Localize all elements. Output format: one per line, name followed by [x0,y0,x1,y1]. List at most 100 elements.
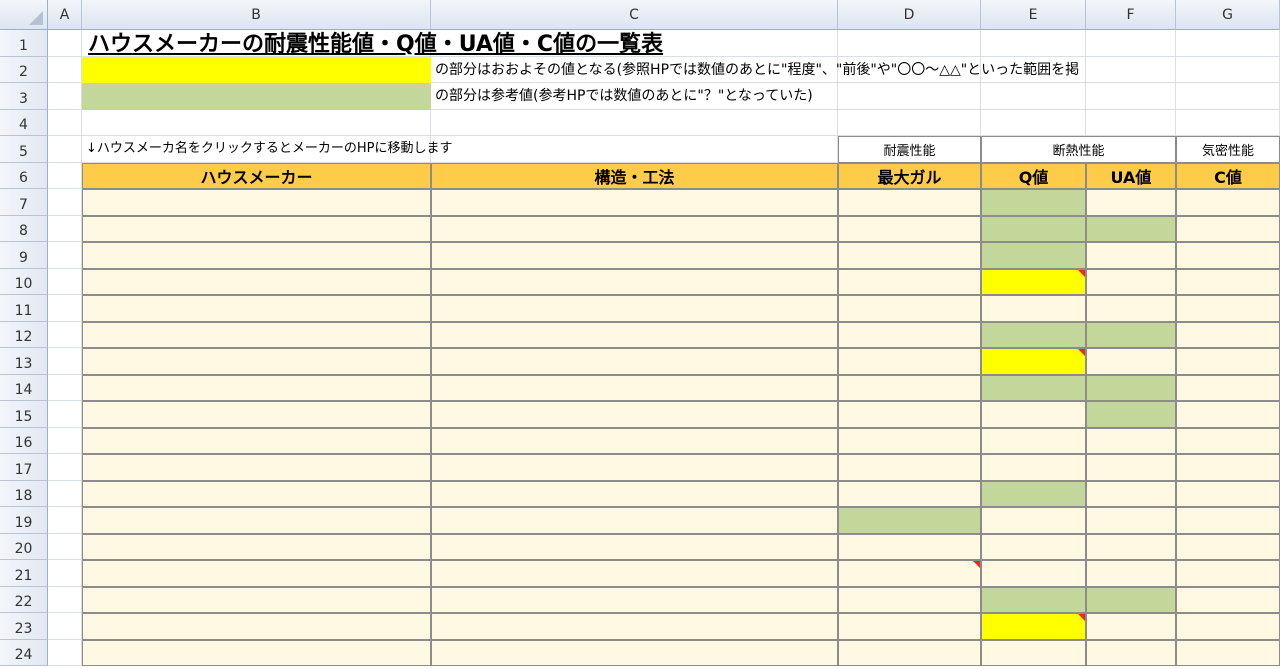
cell-A6[interactable] [48,162,82,189]
data-cell-C15[interactable] [431,401,838,428]
data-cell-G22[interactable] [1176,586,1280,613]
cell-A18[interactable] [48,480,82,507]
column-header-B[interactable]: B [82,0,431,30]
cell-A14[interactable] [48,374,82,401]
data-cell-B14[interactable] [82,374,431,401]
data-cell-G13[interactable] [1176,348,1280,375]
cell-A15[interactable] [48,401,82,428]
data-cell-G8[interactable] [1176,215,1280,242]
column-header-E[interactable]: E [981,0,1086,30]
cell-A8[interactable] [48,215,82,242]
row-header-12[interactable]: 12 [0,321,48,348]
cell-G3[interactable] [1176,83,1280,110]
data-cell-B23[interactable] [82,613,431,640]
data-cell-E18[interactable] [981,480,1086,507]
data-cell-D24[interactable] [838,639,981,666]
column-header-G[interactable]: G [1176,0,1280,30]
data-cell-B20[interactable] [82,533,431,560]
row-header-4[interactable]: 4 [0,109,48,136]
row-header-1[interactable]: 1 [0,30,48,57]
data-cell-E21[interactable] [981,560,1086,587]
data-cell-B18[interactable] [82,480,431,507]
cell-E4[interactable] [981,109,1086,136]
data-cell-E12[interactable] [981,321,1086,348]
data-cell-D7[interactable] [838,189,981,216]
cell-A13[interactable] [48,348,82,375]
data-cell-D23[interactable] [838,613,981,640]
cell-A9[interactable] [48,242,82,269]
column-header-A[interactable]: A [48,0,82,30]
cell-A2[interactable] [48,56,82,83]
row-header-8[interactable]: 8 [0,215,48,242]
row-header-15[interactable]: 15 [0,401,48,428]
row-header-3[interactable]: 3 [0,83,48,110]
row-header-6[interactable]: 6 [0,162,48,189]
row-header-5[interactable]: 5 [0,136,48,163]
data-cell-B12[interactable] [82,321,431,348]
cell-A10[interactable] [48,268,82,295]
data-cell-E9[interactable] [981,242,1086,269]
cell-A12[interactable] [48,321,82,348]
data-cell-B7[interactable] [82,189,431,216]
data-cell-D17[interactable] [838,454,981,481]
row-header-24[interactable]: 24 [0,639,48,666]
data-cell-E7[interactable] [981,189,1086,216]
cell-A3[interactable] [48,83,82,110]
data-cell-D21[interactable] [838,560,981,587]
column-header-C[interactable]: C [431,0,838,30]
data-cell-E14[interactable] [981,374,1086,401]
row-header-2[interactable]: 2 [0,56,48,83]
data-cell-D16[interactable] [838,427,981,454]
data-cell-B16[interactable] [82,427,431,454]
data-cell-C18[interactable] [431,480,838,507]
data-cell-G24[interactable] [1176,639,1280,666]
data-cell-F18[interactable] [1086,480,1176,507]
cell-A4[interactable] [48,109,82,136]
data-cell-B8[interactable] [82,215,431,242]
data-cell-C9[interactable] [431,242,838,269]
cell-A22[interactable] [48,586,82,613]
row-header-17[interactable]: 17 [0,454,48,481]
cell-C4[interactable] [431,109,838,136]
data-cell-F16[interactable] [1086,427,1176,454]
cell-G1[interactable] [1176,30,1280,57]
data-cell-C11[interactable] [431,295,838,322]
data-cell-B19[interactable] [82,507,431,534]
data-cell-C16[interactable] [431,427,838,454]
data-cell-F23[interactable] [1086,613,1176,640]
cell-A19[interactable] [48,507,82,534]
data-cell-F13[interactable] [1086,348,1176,375]
row-header-13[interactable]: 13 [0,348,48,375]
data-cell-D14[interactable] [838,374,981,401]
data-cell-F19[interactable] [1086,507,1176,534]
data-cell-B11[interactable] [82,295,431,322]
data-cell-D19[interactable] [838,507,981,534]
cell-A24[interactable] [48,639,82,666]
cell-G4[interactable] [1176,109,1280,136]
cell-F3[interactable] [1086,83,1176,110]
data-cell-D13[interactable] [838,348,981,375]
data-cell-D22[interactable] [838,586,981,613]
data-cell-D18[interactable] [838,480,981,507]
data-cell-F22[interactable] [1086,586,1176,613]
data-cell-F8[interactable] [1086,215,1176,242]
cell-F4[interactable] [1086,109,1176,136]
cell-D4[interactable] [838,109,981,136]
cell-E1[interactable] [981,30,1086,57]
data-cell-G20[interactable] [1176,533,1280,560]
cell-A23[interactable] [48,613,82,640]
row-header-9[interactable]: 9 [0,242,48,269]
select-all-button[interactable] [0,0,48,30]
cell-F1[interactable] [1086,30,1176,57]
data-cell-F10[interactable] [1086,268,1176,295]
spreadsheet-grid[interactable]: A B C D E F G 1 2 3 4 5 6 7 8 9 10 11 12 13 14 15 16 17 18 19 20 21… [0,0,1280,669]
column-header-F[interactable]: F [1086,0,1176,30]
comment-marker-E23[interactable] [1078,614,1085,621]
comment-marker-E13[interactable] [1078,349,1085,356]
comment-marker-D21[interactable] [973,561,980,568]
data-cell-D20[interactable] [838,533,981,560]
data-cell-G15[interactable] [1176,401,1280,428]
data-cell-E17[interactable] [981,454,1086,481]
data-cell-C19[interactable] [431,507,838,534]
data-cell-F11[interactable] [1086,295,1176,322]
